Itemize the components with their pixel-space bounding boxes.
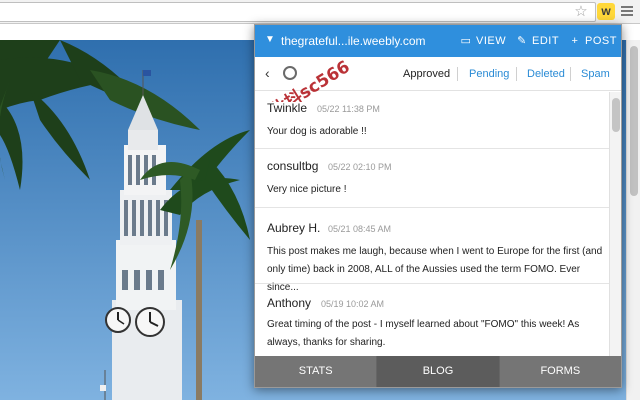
menu-icon[interactable]: [620, 4, 634, 20]
tab-stats[interactable]: STATS: [255, 356, 378, 387]
page-scrollbar[interactable]: [626, 40, 640, 400]
tab-forms[interactable]: FORMS: [499, 356, 621, 387]
comment-author: Twinkle: [267, 101, 308, 115]
view-button[interactable]: ▭ VIEW: [460, 33, 506, 49]
post-button[interactable]: + POST: [569, 33, 617, 49]
tab-approved[interactable]: Approved: [403, 67, 450, 81]
comment-author: Aubrey H.: [267, 221, 321, 235]
back-arrow-icon[interactable]: ‹: [265, 65, 279, 81]
tab-divider: [516, 67, 517, 81]
address-bar[interactable]: [0, 2, 596, 22]
tab-blog[interactable]: BLOG: [377, 356, 500, 387]
comment-date: 05/19 10:02 AM: [321, 299, 385, 309]
comment-date: 05/21 08:45 AM: [328, 224, 392, 234]
plus-icon: +: [571, 35, 579, 47]
star-icon[interactable]: ☆: [572, 2, 590, 22]
comment-date: 05/22 11:38 PM: [317, 104, 380, 114]
comment-item[interactable]: Aubrey H. 05/21 08:45 AM This post makes…: [255, 208, 609, 293]
comment-filter-bar: ‹ Approved Pending Deleted Spam: [255, 57, 621, 91]
tab-divider: [457, 67, 458, 81]
edit-button[interactable]: ✎ EDIT: [516, 33, 559, 49]
popup-header: ▼ thegrateful...ile.weebly.com ▭ VIEW ✎ ED…: [255, 25, 621, 57]
comment-author: consultbg: [267, 159, 319, 173]
comment-item[interactable]: consultbg 05/22 02:10 PM Very nice pictu…: [255, 149, 609, 208]
tab-pending[interactable]: Pending: [469, 67, 509, 81]
bottom-nav: STATS BLOG FORMS: [255, 356, 621, 387]
weebly-popup: ▼ thegrateful...ile.weebly.com ▭ VIEW ✎ ED…: [254, 24, 622, 388]
window-icon: ▭: [460, 35, 472, 47]
post-label: POST: [585, 35, 617, 47]
comment-text: Your dog is adorable !!: [267, 126, 367, 137]
comment-scrollbar[interactable]: [609, 92, 621, 356]
view-label: VIEW: [476, 35, 507, 47]
comment-date: 05/22 02:10 PM: [328, 162, 392, 172]
browser-toolbar: ☆ w: [0, 0, 640, 24]
tab-divider: [570, 67, 571, 81]
comment-author: Anthony: [267, 296, 312, 310]
tab-deleted[interactable]: Deleted: [527, 67, 565, 81]
comment-item[interactable]: Twinkle 05/22 11:38 PM Your dog is adora…: [255, 92, 609, 149]
edit-label: EDIT: [532, 35, 560, 47]
weebly-extension-button[interactable]: w: [597, 3, 615, 20]
gear-icon[interactable]: [283, 66, 297, 80]
site-selector[interactable]: thegrateful...ile.weebly.com: [281, 33, 426, 49]
tab-spam[interactable]: Spam: [581, 67, 610, 81]
comment-list: Twinkle 05/22 11:38 PM Your dog is adora…: [255, 92, 609, 356]
comment-text: Very nice picture !: [267, 184, 347, 195]
pencil-icon: ✎: [517, 35, 527, 47]
comment-text: Great timing of the post - I myself lear…: [267, 319, 580, 348]
comment-item[interactable]: Anthony 05/19 10:02 AM Great timing of t…: [255, 284, 609, 356]
chevron-down-icon[interactable]: ▼: [265, 34, 275, 46]
